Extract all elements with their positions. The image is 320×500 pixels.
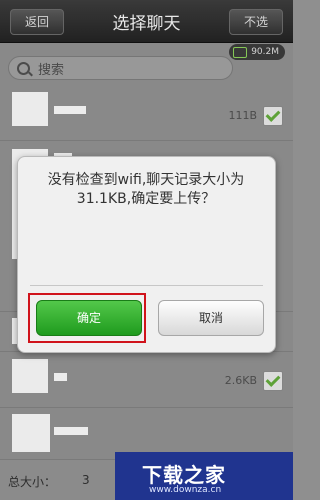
total-size-value: 3: [82, 473, 90, 487]
confirm-highlight: [28, 293, 146, 343]
watermark-logo-text: 下载之家: [142, 463, 226, 487]
dialog-message: 没有检查到wifi,聊天记录大小为31.1KB,确定要上传？: [47, 172, 245, 207]
watermark: 下载之家 www.downza.cn: [115, 452, 293, 500]
cancel-button[interactable]: 取消: [158, 300, 264, 336]
watermark-url: www.downza.cn: [149, 485, 222, 495]
dialog-divider: [30, 285, 263, 286]
total-size-label: 总大小：: [8, 475, 57, 489]
